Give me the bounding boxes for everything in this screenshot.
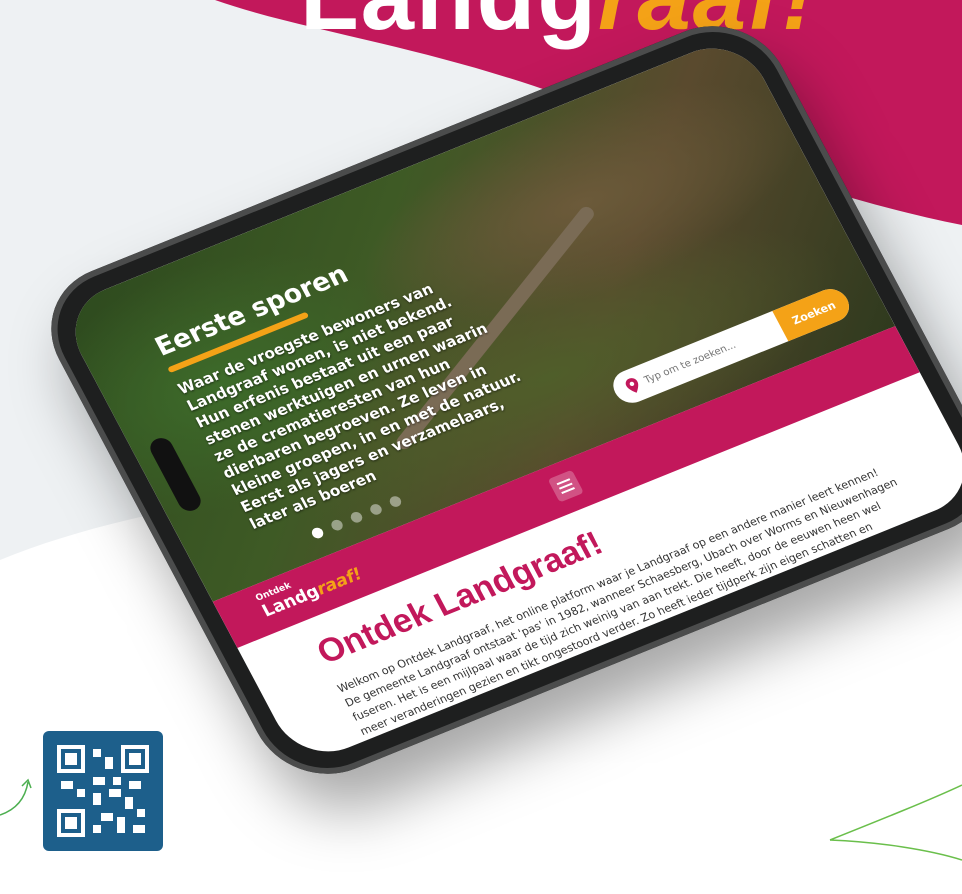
slider-dot-4[interactable] xyxy=(368,502,384,517)
slider-dot-3[interactable] xyxy=(348,510,365,525)
slider-dot-1[interactable] xyxy=(309,526,326,540)
menu-button[interactable] xyxy=(547,469,584,503)
slider-dot-5[interactable] xyxy=(387,494,404,509)
slider-dot-2[interactable] xyxy=(329,518,345,533)
qr-code[interactable] xyxy=(43,731,163,851)
qr-code-icon xyxy=(53,741,153,841)
decorative-swoosh-right xyxy=(829,784,962,861)
hamburger-icon xyxy=(556,478,576,495)
decorative-arrow-left xyxy=(0,778,32,816)
search-button[interactable]: Zoeken xyxy=(772,284,856,342)
headline-part1: Landg xyxy=(300,0,598,50)
search-input[interactable] xyxy=(640,320,784,388)
